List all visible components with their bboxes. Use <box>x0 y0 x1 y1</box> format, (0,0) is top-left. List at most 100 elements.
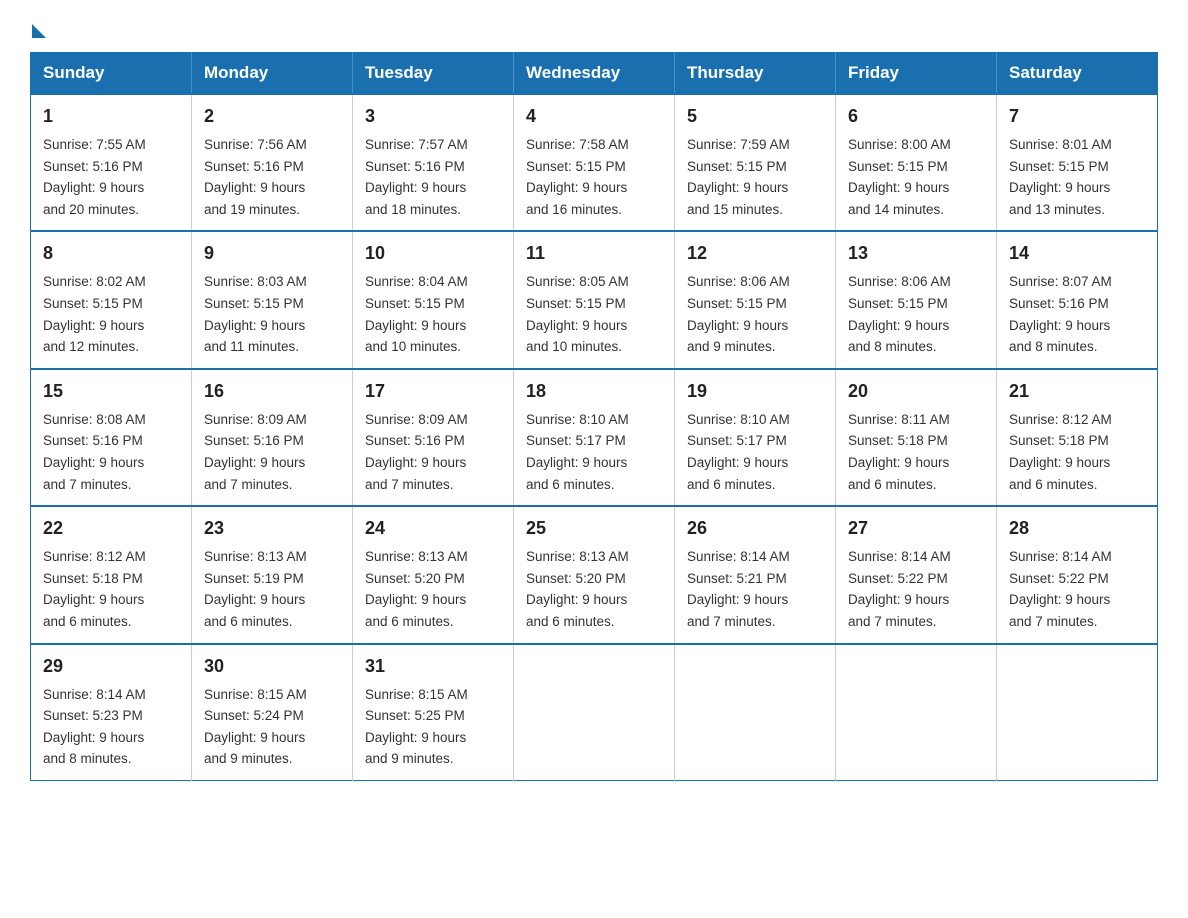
header-row: SundayMondayTuesdayWednesdayThursdayFrid… <box>31 53 1158 95</box>
page-header <box>30 20 1158 34</box>
calendar-cell: 5 Sunrise: 7:59 AMSunset: 5:15 PMDaylight… <box>675 94 836 231</box>
week-row-5: 29 Sunrise: 8:14 AMSunset: 5:23 PMDayligh… <box>31 644 1158 781</box>
calendar-cell: 23 Sunrise: 8:13 AMSunset: 5:19 PMDayligh… <box>192 506 353 643</box>
day-number: 15 <box>43 378 181 405</box>
day-info: Sunrise: 8:14 AMSunset: 5:21 PMDaylight:… <box>687 546 825 632</box>
calendar-cell: 11 Sunrise: 8:05 AMSunset: 5:15 PMDayligh… <box>514 231 675 368</box>
calendar-cell: 8 Sunrise: 8:02 AMSunset: 5:15 PMDaylight… <box>31 231 192 368</box>
day-info: Sunrise: 8:04 AMSunset: 5:15 PMDaylight:… <box>365 271 503 357</box>
header-day-saturday: Saturday <box>997 53 1158 95</box>
day-info: Sunrise: 8:00 AMSunset: 5:15 PMDaylight:… <box>848 134 986 220</box>
day-number: 2 <box>204 103 342 130</box>
day-number: 17 <box>365 378 503 405</box>
day-number: 23 <box>204 515 342 542</box>
calendar-cell: 17 Sunrise: 8:09 AMSunset: 5:16 PMDayligh… <box>353 369 514 506</box>
calendar-cell: 19 Sunrise: 8:10 AMSunset: 5:17 PMDayligh… <box>675 369 836 506</box>
calendar-cell: 10 Sunrise: 8:04 AMSunset: 5:15 PMDayligh… <box>353 231 514 368</box>
day-info: Sunrise: 7:55 AMSunset: 5:16 PMDaylight:… <box>43 134 181 220</box>
week-row-3: 15Sunrise: 8:08 AMSunset: 5:16 PMDayligh… <box>31 369 1158 506</box>
day-info: Sunrise: 8:05 AMSunset: 5:15 PMDaylight:… <box>526 271 664 357</box>
day-info: Sunrise: 8:13 AMSunset: 5:19 PMDaylight:… <box>204 546 342 632</box>
calendar-cell <box>836 644 997 781</box>
calendar-cell: 28 Sunrise: 8:14 AMSunset: 5:22 PMDayligh… <box>997 506 1158 643</box>
day-info: Sunrise: 8:13 AMSunset: 5:20 PMDaylight:… <box>526 546 664 632</box>
day-info: Sunrise: 8:10 AMSunset: 5:17 PMDaylight:… <box>526 409 664 495</box>
day-info: Sunrise: 8:14 AMSunset: 5:23 PMDaylight:… <box>43 684 181 770</box>
day-info: Sunrise: 8:03 AMSunset: 5:15 PMDaylight:… <box>204 271 342 357</box>
day-number: 14 <box>1009 240 1147 267</box>
day-info: Sunrise: 8:13 AMSunset: 5:20 PMDaylight:… <box>365 546 503 632</box>
day-number: 19 <box>687 378 825 405</box>
header-day-sunday: Sunday <box>31 53 192 95</box>
day-number: 4 <box>526 103 664 130</box>
day-number: 13 <box>848 240 986 267</box>
header-day-tuesday: Tuesday <box>353 53 514 95</box>
day-number: 6 <box>848 103 986 130</box>
calendar-table: SundayMondayTuesdayWednesdayThursdayFrid… <box>30 52 1158 781</box>
day-info: Sunrise: 8:07 AMSunset: 5:16 PMDaylight:… <box>1009 271 1147 357</box>
day-number: 24 <box>365 515 503 542</box>
calendar-cell: 16 Sunrise: 8:09 AMSunset: 5:16 PMDayligh… <box>192 369 353 506</box>
calendar-header: SundayMondayTuesdayWednesdayThursdayFrid… <box>31 53 1158 95</box>
week-row-4: 22Sunrise: 8:12 AMSunset: 5:18 PMDayligh… <box>31 506 1158 643</box>
day-number: 30 <box>204 653 342 680</box>
day-number: 10 <box>365 240 503 267</box>
day-info: Sunrise: 8:11 AMSunset: 5:18 PMDaylight:… <box>848 409 986 495</box>
calendar-cell: 13 Sunrise: 8:06 AMSunset: 5:15 PMDayligh… <box>836 231 997 368</box>
day-info: Sunrise: 7:59 AMSunset: 5:15 PMDaylight:… <box>687 134 825 220</box>
calendar-cell: 15Sunrise: 8:08 AMSunset: 5:16 PMDayligh… <box>31 369 192 506</box>
day-info: Sunrise: 8:12 AMSunset: 5:18 PMDaylight:… <box>1009 409 1147 495</box>
calendar-cell <box>997 644 1158 781</box>
calendar-cell: 29 Sunrise: 8:14 AMSunset: 5:23 PMDayligh… <box>31 644 192 781</box>
day-number: 28 <box>1009 515 1147 542</box>
calendar-cell: 27Sunrise: 8:14 AMSunset: 5:22 PMDayligh… <box>836 506 997 643</box>
calendar-cell: 2 Sunrise: 7:56 AMSunset: 5:16 PMDaylight… <box>192 94 353 231</box>
calendar-cell: 26 Sunrise: 8:14 AMSunset: 5:21 PMDayligh… <box>675 506 836 643</box>
day-number: 26 <box>687 515 825 542</box>
calendar-body: 1 Sunrise: 7:55 AMSunset: 5:16 PMDaylight… <box>31 94 1158 780</box>
day-number: 3 <box>365 103 503 130</box>
day-info: Sunrise: 8:10 AMSunset: 5:17 PMDaylight:… <box>687 409 825 495</box>
calendar-cell <box>514 644 675 781</box>
calendar-cell: 21 Sunrise: 8:12 AMSunset: 5:18 PMDayligh… <box>997 369 1158 506</box>
day-info: Sunrise: 8:06 AMSunset: 5:15 PMDaylight:… <box>848 271 986 357</box>
day-number: 8 <box>43 240 181 267</box>
calendar-cell: 7 Sunrise: 8:01 AMSunset: 5:15 PMDaylight… <box>997 94 1158 231</box>
calendar-cell: 3Sunrise: 7:57 AMSunset: 5:16 PMDaylight… <box>353 94 514 231</box>
day-info: Sunrise: 8:09 AMSunset: 5:16 PMDaylight:… <box>204 409 342 495</box>
calendar-cell: 24 Sunrise: 8:13 AMSunset: 5:20 PMDayligh… <box>353 506 514 643</box>
week-row-1: 1 Sunrise: 7:55 AMSunset: 5:16 PMDaylight… <box>31 94 1158 231</box>
day-number: 20 <box>848 378 986 405</box>
day-number: 18 <box>526 378 664 405</box>
calendar-cell: 18 Sunrise: 8:10 AMSunset: 5:17 PMDayligh… <box>514 369 675 506</box>
week-row-2: 8 Sunrise: 8:02 AMSunset: 5:15 PMDaylight… <box>31 231 1158 368</box>
day-number: 21 <box>1009 378 1147 405</box>
calendar-cell: 30Sunrise: 8:15 AMSunset: 5:24 PMDayligh… <box>192 644 353 781</box>
header-day-monday: Monday <box>192 53 353 95</box>
day-info: Sunrise: 8:06 AMSunset: 5:15 PMDaylight:… <box>687 271 825 357</box>
day-info: Sunrise: 8:15 AMSunset: 5:25 PMDaylight:… <box>365 684 503 770</box>
day-number: 29 <box>43 653 181 680</box>
day-number: 7 <box>1009 103 1147 130</box>
day-info: Sunrise: 8:02 AMSunset: 5:15 PMDaylight:… <box>43 271 181 357</box>
day-number: 25 <box>526 515 664 542</box>
header-day-wednesday: Wednesday <box>514 53 675 95</box>
calendar-cell: 14 Sunrise: 8:07 AMSunset: 5:16 PMDayligh… <box>997 231 1158 368</box>
calendar-cell: 25 Sunrise: 8:13 AMSunset: 5:20 PMDayligh… <box>514 506 675 643</box>
day-info: Sunrise: 8:01 AMSunset: 5:15 PMDaylight:… <box>1009 134 1147 220</box>
day-number: 22 <box>43 515 181 542</box>
calendar-cell: 31 Sunrise: 8:15 AMSunset: 5:25 PMDayligh… <box>353 644 514 781</box>
day-number: 9 <box>204 240 342 267</box>
day-number: 31 <box>365 653 503 680</box>
day-info: Sunrise: 7:56 AMSunset: 5:16 PMDaylight:… <box>204 134 342 220</box>
day-info: Sunrise: 8:14 AMSunset: 5:22 PMDaylight:… <box>1009 546 1147 632</box>
calendar-cell: 6 Sunrise: 8:00 AMSunset: 5:15 PMDaylight… <box>836 94 997 231</box>
day-number: 1 <box>43 103 181 130</box>
calendar-cell: 12 Sunrise: 8:06 AMSunset: 5:15 PMDayligh… <box>675 231 836 368</box>
day-number: 11 <box>526 240 664 267</box>
day-number: 16 <box>204 378 342 405</box>
logo <box>30 20 46 34</box>
day-number: 5 <box>687 103 825 130</box>
day-number: 12 <box>687 240 825 267</box>
day-info: Sunrise: 8:09 AMSunset: 5:16 PMDaylight:… <box>365 409 503 495</box>
